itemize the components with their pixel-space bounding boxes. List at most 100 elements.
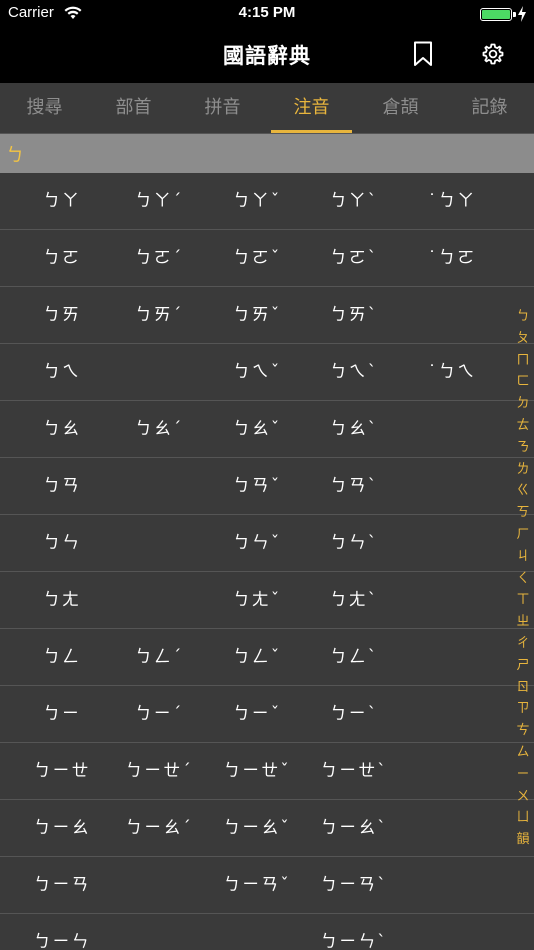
status-bar: Carrier 4:15 PM [0, 0, 534, 28]
syllable-cell[interactable]: ㄅㄧㄝˊ [109, 743, 209, 799]
syllable-cell[interactable]: ㄅㄧㄝˇ [207, 743, 307, 799]
syllable-cell[interactable]: ㄅㄧㄠˊ [109, 800, 209, 856]
syllable-cell[interactable]: ㄅㄟˇ [207, 344, 307, 400]
syllable-cell[interactable]: ㄅㄛ [12, 230, 112, 286]
syllable-row: ㄅㄧㄢ ㄅㄧㄢˇ ㄅㄧㄢˋ [0, 857, 534, 914]
syllable-cell[interactable]: ㄅㄛˋ [304, 230, 404, 286]
syllable-cell[interactable]: ㄅㄧㄠˋ [304, 800, 404, 856]
syllable-cell[interactable]: ㄅㄟˋ [304, 344, 404, 400]
index-item[interactable]: ㄌ [512, 459, 534, 481]
syllable-cell[interactable]: ㄅㄧㄠ [12, 800, 112, 856]
syllable-cell[interactable]: ㄅㄥ [12, 629, 112, 685]
syllable-cell[interactable]: ㄅㄥˋ [304, 629, 404, 685]
syllable-cell[interactable]: ㄅㄢˋ [304, 458, 404, 514]
tab-history[interactable]: 記錄 [445, 83, 534, 134]
syllable-cell[interactable]: ㄅㄣˇ [207, 515, 307, 571]
syllable-cell[interactable]: ˙ㄅㄟ [402, 344, 502, 400]
syllable-cell[interactable]: ㄅㄧㄣ [12, 914, 112, 950]
syllable-cell[interactable]: ㄅㄚˊ [109, 173, 209, 229]
section-header-label: ㄅ [6, 145, 24, 166]
index-item[interactable]: ㄔ [512, 633, 534, 655]
syllable-cell[interactable]: ㄅㄛˊ [109, 230, 209, 286]
syllable-cell[interactable]: ㄅㄧˋ [304, 686, 404, 742]
index-item[interactable]: ㄙ [512, 742, 534, 764]
tab-zhuyin[interactable]: 注音 [267, 83, 356, 134]
index-item[interactable]: ㄨ [512, 786, 534, 808]
index-item[interactable]: ㄈ [512, 371, 534, 393]
index-item[interactable]: ㄇ [512, 350, 534, 372]
syllable-cell[interactable]: ㄅㄞ [12, 287, 112, 343]
syllable-cell[interactable]: ㄅㄥˊ [109, 629, 209, 685]
syllable-cell[interactable]: ㄅㄛˇ [207, 230, 307, 286]
syllable-cell[interactable]: ㄅㄤˋ [304, 572, 404, 628]
syllable-row: ㄅㄛ ㄅㄛˊ ㄅㄛˇ ㄅㄛˋ ˙ㄅㄛ [0, 230, 534, 287]
syllable-cell[interactable]: ㄅㄚˇ [207, 173, 307, 229]
active-tab-indicator [271, 130, 352, 133]
syllable-cell[interactable]: ㄅㄧㄣˋ [304, 914, 404, 950]
syllable-cell[interactable]: ㄅㄧㄢˋ [304, 857, 404, 913]
syllable-cell[interactable]: ˙ㄅㄚ [402, 173, 502, 229]
syllable-cell[interactable]: ㄅㄧˇ [207, 686, 307, 742]
syllable-cell[interactable]: ㄅㄥˇ [207, 629, 307, 685]
syllable-cell[interactable]: ㄅㄚ [12, 173, 112, 229]
syllable-cell[interactable]: ㄅㄠˇ [207, 401, 307, 457]
syllable-cell[interactable]: ㄅㄠˊ [109, 401, 209, 457]
syllable-cell[interactable]: ㄅㄞˋ [304, 287, 404, 343]
syllable-list: ㄅㄚ ㄅㄚˊ ㄅㄚˇ ㄅㄚˋ ˙ㄅㄚ ㄅㄛ ㄅㄛˊ ㄅㄛˇ ㄅㄛˋ ˙ㄅㄛ ㄅㄞ ㄅㄞˊ ㄅㄞˇ ㄅㄞˋ ㄅ… [0, 173, 534, 950]
segmented-tab-bar: 搜尋 部首 拼音 注音 倉頡 記錄 [0, 83, 534, 134]
index-item[interactable]: ㄎ [512, 502, 534, 524]
bookmark-button[interactable] [410, 40, 436, 68]
index-item[interactable]: ㄗ [512, 698, 534, 720]
syllable-cell[interactable]: ㄅㄤˇ [207, 572, 307, 628]
settings-button[interactable] [480, 41, 506, 67]
syllable-row: ㄅㄣ ㄅㄣˇ ㄅㄣˋ [0, 515, 534, 572]
syllable-cell[interactable]: ㄅㄚˋ [304, 173, 404, 229]
index-item[interactable]: 韻 [512, 829, 534, 851]
syllable-row: ㄅㄧ ㄅㄧˊ ㄅㄧˇ ㄅㄧˋ [0, 686, 534, 743]
index-item[interactable]: ㄓ [512, 611, 534, 633]
syllable-cell[interactable]: ㄅㄤ [12, 572, 112, 628]
index-item[interactable]: ㄏ [512, 524, 534, 546]
index-item[interactable]: ㄊ [512, 415, 534, 437]
syllable-row: ㄅㄞ ㄅㄞˊ ㄅㄞˇ ㄅㄞˋ [0, 287, 534, 344]
syllable-cell[interactable]: ㄅㄣˋ [304, 515, 404, 571]
syllable-cell[interactable]: ㄅㄧ [12, 686, 112, 742]
syllable-cell[interactable]: ˙ㄅㄛ [402, 230, 502, 286]
section-index-bar[interactable]: ㄅㄆㄇㄈㄉㄊㄋㄌㄍㄎㄏㄐㄑㄒㄓㄔㄕㄖㄗㄘㄙㄧㄨㄩ韻 [512, 306, 534, 851]
syllable-cell[interactable]: ㄅㄟ [12, 344, 112, 400]
index-item[interactable]: ㄍ [512, 480, 534, 502]
index-item[interactable]: ㄘ [512, 720, 534, 742]
index-item[interactable]: ㄅ [512, 306, 534, 328]
index-item[interactable]: ㄖ [512, 677, 534, 699]
index-item[interactable]: ㄒ [512, 589, 534, 611]
syllable-cell[interactable]: ㄅㄧˊ [109, 686, 209, 742]
index-item[interactable]: ㄕ [512, 655, 534, 677]
tab-search[interactable]: 搜尋 [0, 83, 89, 134]
index-item[interactable]: ㄑ [512, 568, 534, 590]
syllable-cell[interactable]: ㄅㄠˋ [304, 401, 404, 457]
syllable-cell[interactable]: ㄅㄞˇ [207, 287, 307, 343]
index-item[interactable]: ㄆ [512, 328, 534, 350]
syllable-cell[interactable]: ㄅㄧㄢˇ [207, 857, 307, 913]
syllable-cell[interactable]: ㄅㄧㄢ [12, 857, 112, 913]
tab-radical[interactable]: 部首 [89, 83, 178, 134]
syllable-row: ㄅㄧㄣ ㄅㄧㄣˋ [0, 914, 534, 950]
syllable-cell[interactable]: ㄅㄣ [12, 515, 112, 571]
index-item[interactable]: ㄧ [512, 764, 534, 786]
tab-cangjie[interactable]: 倉頡 [356, 83, 445, 134]
index-item[interactable]: ㄉ [512, 393, 534, 415]
syllable-cell[interactable]: ㄅㄧㄝˋ [304, 743, 404, 799]
syllable-row: ㄅㄠ ㄅㄠˊ ㄅㄠˇ ㄅㄠˋ [0, 401, 534, 458]
tab-pinyin[interactable]: 拼音 [178, 83, 267, 134]
index-item[interactable]: ㄩ [512, 807, 534, 829]
index-item[interactable]: ㄐ [512, 546, 534, 568]
syllable-cell[interactable]: ㄅㄠ [12, 401, 112, 457]
syllable-cell[interactable]: ㄅㄧㄝ [12, 743, 112, 799]
syllable-cell[interactable]: ㄅㄢˇ [207, 458, 307, 514]
index-item[interactable]: ㄋ [512, 437, 534, 459]
syllable-cell[interactable]: ㄅㄧㄠˇ [207, 800, 307, 856]
bookmark-icon [414, 41, 432, 66]
clock: 4:15 PM [238, 4, 296, 21]
syllable-cell[interactable]: ㄅㄞˊ [109, 287, 209, 343]
syllable-cell[interactable]: ㄅㄢ [12, 458, 112, 514]
